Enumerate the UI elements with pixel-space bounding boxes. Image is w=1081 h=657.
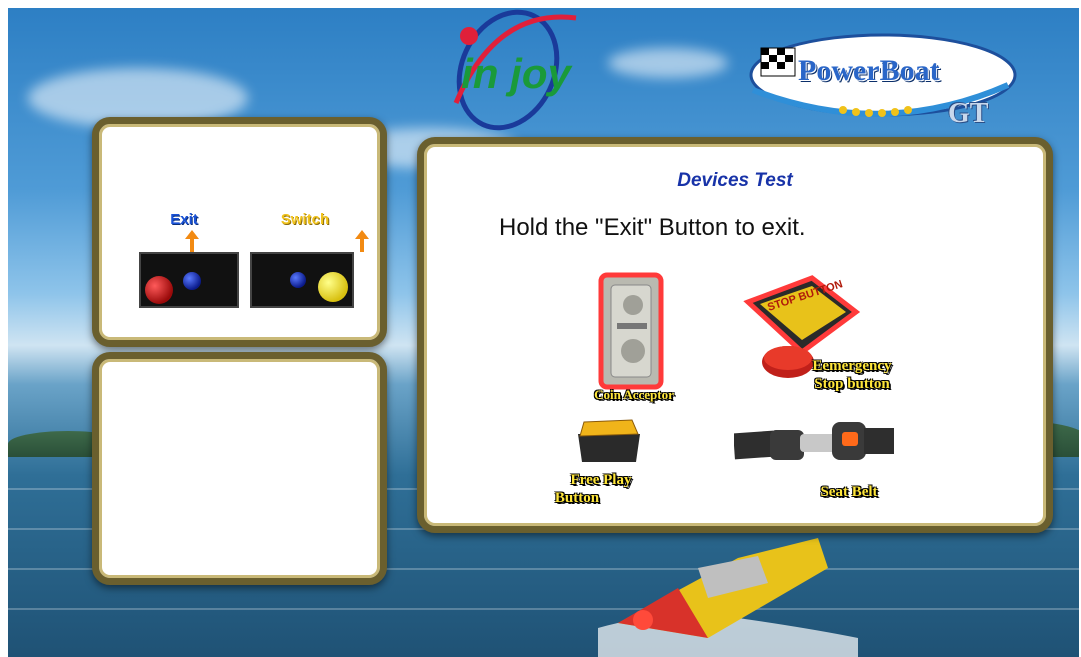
coin-acceptor-icon [598,272,664,390]
red-button-icon [145,276,173,304]
free-play-label-line1: Free Play [570,472,632,488]
free-play-label-line2: Button [554,490,600,506]
powerboat-image [598,538,858,657]
coin-acceptor-label: Coin Acceptor [594,387,674,402]
emergency-stop-device: STOP BUTTON Eemergency Stop button [742,272,892,412]
control-buttons-panel: Exit Switch [92,117,387,347]
page-title: Devices Test [677,170,793,191]
switch-button-image [250,252,354,308]
injoy-logo: in joy [453,9,577,131]
devices-test-panel: Devices Test Hold the "Exit" Button to e… [417,137,1053,533]
free-play-button-icon [578,419,640,462]
blue-button-icon [290,272,306,288]
blue-button-icon [183,272,201,290]
injoy-logo-text: in joy [461,50,573,97]
emergency-stop-label-line2: Stop button [814,376,890,392]
yellow-button-icon [318,272,348,302]
seat-belt-icon [734,422,894,460]
exit-button-image [139,252,239,308]
emergency-stop-label-line1: Eemergency [812,358,892,374]
exit-button-label: Exit [170,211,198,228]
seat-belt-device: Seat Belt [734,414,904,504]
powerboat-gt-logo: PowerBoat GT [743,30,1018,140]
switch-button-label: Switch [280,211,330,228]
empty-info-panel [92,352,387,585]
instruction-text: Hold the "Exit" Button to exit. [499,214,806,241]
powerboat-logo-title: PowerBoat [798,54,940,87]
seat-belt-label: Seat Belt [820,484,878,500]
free-play-device: Free Play Button [554,416,664,516]
powerboat-logo-gt: GT [948,98,989,129]
coin-acceptor-device: Coin Acceptor [579,271,689,411]
